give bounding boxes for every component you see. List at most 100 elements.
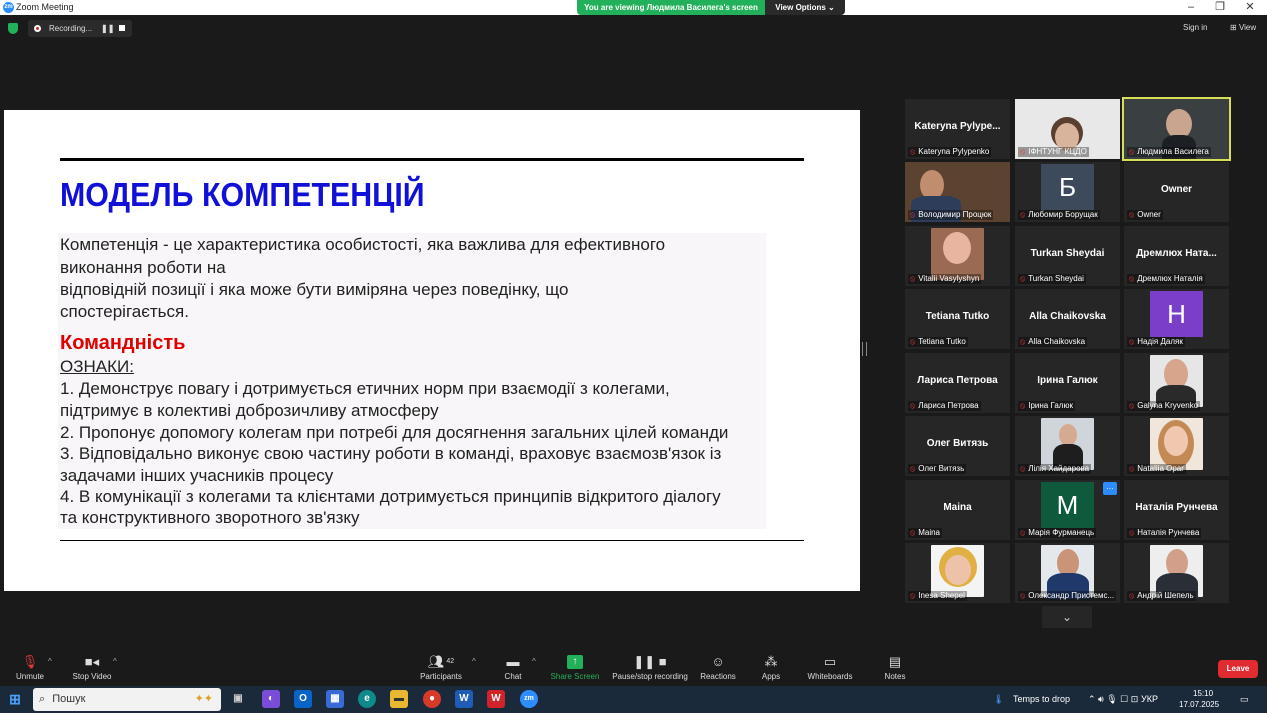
participants-caret-icon[interactable]: ^	[472, 657, 476, 666]
participant-name: Людмила Василега	[1137, 147, 1209, 156]
weather-text[interactable]: Temps to drop	[1013, 694, 1070, 704]
chat-button[interactable]: ▬ Chat	[498, 655, 528, 682]
minimize-icon[interactable]: –	[1176, 0, 1206, 14]
unmute-button[interactable]: 🎙︎ Unmute	[12, 655, 48, 682]
participant-tile[interactable]: ⦸ Galyna Kryvenko	[1124, 353, 1229, 413]
participant-name: Дремлюх Наталія	[1137, 274, 1203, 283]
view-button[interactable]: ⊞ View	[1230, 23, 1256, 32]
participant-tile[interactable]: Turkan Sheydai ⦸ Turkan Sheydai	[1015, 226, 1120, 286]
windows-start-icon[interactable]: ⊞	[6, 690, 24, 708]
participant-name-label: ⦸ Марія Фурманець	[1018, 528, 1097, 538]
participant-tile[interactable]: ⦸ Inesa Shepel	[905, 543, 1010, 603]
participant-tile[interactable]: Б ⦸ Любомир Борущак	[1015, 162, 1120, 222]
file-explorer-icon[interactable]: ▬	[390, 690, 408, 708]
store-icon[interactable]: ▦	[326, 690, 344, 708]
reactions-icon: ☺	[711, 654, 725, 669]
notifications-icon[interactable]: ▭	[1240, 694, 1249, 705]
participant-tile[interactable]: Ірина Галюк ⦸ Ірина Галюк	[1015, 353, 1120, 413]
participant-tile[interactable]: ⦸ Nataliia Opar	[1124, 416, 1229, 476]
apps-icon: ⁂	[764, 654, 778, 669]
tray-icons[interactable]: ⌃ 🔊︎ 🎙︎ ☐ ⊡	[1088, 694, 1138, 705]
audio-options-caret-icon[interactable]: ^	[48, 657, 52, 666]
participant-tile[interactable]: Дремлюх Ната... ⦸ Дремлюх Наталія	[1124, 226, 1229, 286]
participant-tile[interactable]: Наталія Рунчева ⦸ Наталія Рунчева	[1124, 480, 1229, 540]
participant-tile[interactable]: ⦸ Олександр Пристемс...	[1015, 543, 1120, 603]
participant-display-name: Наталія Рунчева	[1135, 502, 1218, 513]
clock-time[interactable]: 15:10	[1193, 689, 1213, 698]
participant-name-label: ⦸ Лілія Хайдарова	[1018, 464, 1092, 474]
participant-tile[interactable]: ⦸ Андрій Шепель	[1124, 543, 1229, 603]
reactions-label: Reactions	[700, 672, 736, 681]
participant-name: Nataliia Opar	[1137, 464, 1184, 473]
participants-icon: 👥︎ 42	[427, 654, 455, 669]
outlook-icon[interactable]: O	[294, 690, 312, 708]
participant-name-label: ⦸ Лариса Петрова	[908, 401, 981, 411]
language-indicator[interactable]: УКР	[1141, 694, 1158, 704]
wps-icon[interactable]: W	[487, 690, 505, 708]
participant-tile[interactable]: Tetiana Tutko ⦸ Tetiana Tutko	[905, 289, 1010, 349]
participant-tile[interactable]: Alla Chaikovska ⦸ Alla Chaikovska	[1015, 289, 1120, 349]
participant-tile[interactable]: Owner ⦸ Owner	[1124, 162, 1229, 222]
participant-tile[interactable]: ⦸ ІФНТУНГ КЦДО	[1015, 99, 1120, 159]
participants-button[interactable]: 👥︎ 42 Participants	[418, 654, 464, 682]
pause-recording-button[interactable]: ❚❚ ■ Pause/stop recording	[610, 655, 690, 682]
word-icon[interactable]: W	[455, 690, 473, 708]
apps-button[interactable]: ⁂ Apps	[756, 654, 786, 682]
participant-tile[interactable]: H ⦸ Надія Даляк	[1124, 289, 1229, 349]
definition-line-2: виконання роботи на	[60, 258, 226, 277]
participant-avatar: M	[1041, 482, 1094, 528]
participant-tile[interactable]: Лариса Петрова ⦸ Лариса Петрова	[905, 353, 1010, 413]
participant-name-label: ⦸ Олександр Пристемс...	[1018, 591, 1117, 601]
reactions-button[interactable]: ☺ Reactions	[698, 654, 738, 682]
muted-mic-icon: ⦸	[910, 591, 916, 600]
video-options-caret-icon[interactable]: ^	[113, 657, 117, 666]
copilot-icon[interactable]: ◐	[262, 690, 280, 708]
participant-display-name: Лариса Петрова	[917, 375, 998, 386]
participant-name: Galyna Kryvenko	[1137, 401, 1199, 410]
pause-recording-icon[interactable]: ❚❚	[101, 20, 114, 37]
edge-icon[interactable]: e	[358, 690, 376, 708]
task-view-icon[interactable]: ▣	[229, 690, 247, 708]
participant-tile[interactable]: ⦸ Vitalii Vasylyshyn	[905, 226, 1010, 286]
restore-icon[interactable]: ❐	[1205, 0, 1235, 14]
definition-line-4: спостерігається.	[60, 302, 189, 321]
sign-in-link[interactable]: Sign in	[1183, 23, 1207, 32]
participant-name: Наталія Рунчева	[1137, 528, 1200, 537]
participant-tile[interactable]: Kateryna Pylype... ⦸ Kateryna Pylypenko	[905, 99, 1010, 159]
muted-mic-icon: ⦸	[910, 274, 916, 283]
splitter-handle[interactable]	[862, 342, 867, 356]
zoom-taskbar-icon[interactable]: zm	[520, 690, 538, 708]
notes-button[interactable]: ▤ Notes	[880, 655, 910, 682]
participant-name-label: ⦸ Owner	[1127, 210, 1163, 220]
taskbar-search[interactable]: ⌕ Пошук ✦✦	[33, 688, 221, 711]
unmute-label: Unmute	[15, 672, 44, 681]
more-options-icon[interactable]: …	[1103, 482, 1117, 495]
leave-button[interactable]: Leave	[1218, 660, 1258, 678]
whiteboards-button[interactable]: ▭ Whiteboards	[804, 655, 856, 682]
stop-recording-icon[interactable]	[119, 25, 125, 31]
participant-tile-active[interactable]: ⦸ Людмила Василега	[1122, 97, 1231, 161]
stop-video-button[interactable]: ■◂ Stop Video	[68, 655, 116, 682]
participant-name-label: ⦸ Наталія Рунчева	[1127, 528, 1202, 538]
chrome-icon[interactable]: ●	[423, 690, 441, 708]
muted-mic-icon: ⦸	[1020, 274, 1026, 283]
photo-face	[1059, 424, 1077, 446]
share-screen-button[interactable]: ↑ Share Screen	[548, 655, 602, 681]
participant-name: Володимир Процюк	[918, 210, 992, 219]
participant-tile[interactable]: Олег Витязь ⦸ Олег Витязь	[905, 416, 1010, 476]
participant-tile[interactable]: ⦸ Володимир Процюк	[905, 162, 1010, 222]
muted-mic-icon: ⦸	[1020, 401, 1026, 410]
clock-date[interactable]: 17.07.2025	[1179, 700, 1219, 709]
encryption-shield-icon[interactable]	[8, 23, 18, 34]
view-options-button[interactable]: View Options ⌄	[765, 0, 845, 15]
participant-tile[interactable]: ⦸ Лілія Хайдарова	[1015, 416, 1120, 476]
chat-caret-icon[interactable]: ^	[532, 657, 536, 666]
definition-line-1: Компетенція - це характеристика особисто…	[60, 235, 666, 254]
close-icon[interactable]: ✕	[1235, 0, 1265, 14]
item-3-line-1: 3. Відповідально виконує свою частину ро…	[60, 444, 722, 463]
participant-name-label: ⦸ Galyna Kryvenko	[1127, 401, 1201, 411]
chevron-down-icon[interactable]: ⌄	[1042, 606, 1092, 628]
slide-heading: Командність	[60, 332, 186, 354]
search-highlight-icon: ✦✦	[194, 693, 213, 705]
participant-tile[interactable]: Maina ⦸ Maina	[905, 480, 1010, 540]
